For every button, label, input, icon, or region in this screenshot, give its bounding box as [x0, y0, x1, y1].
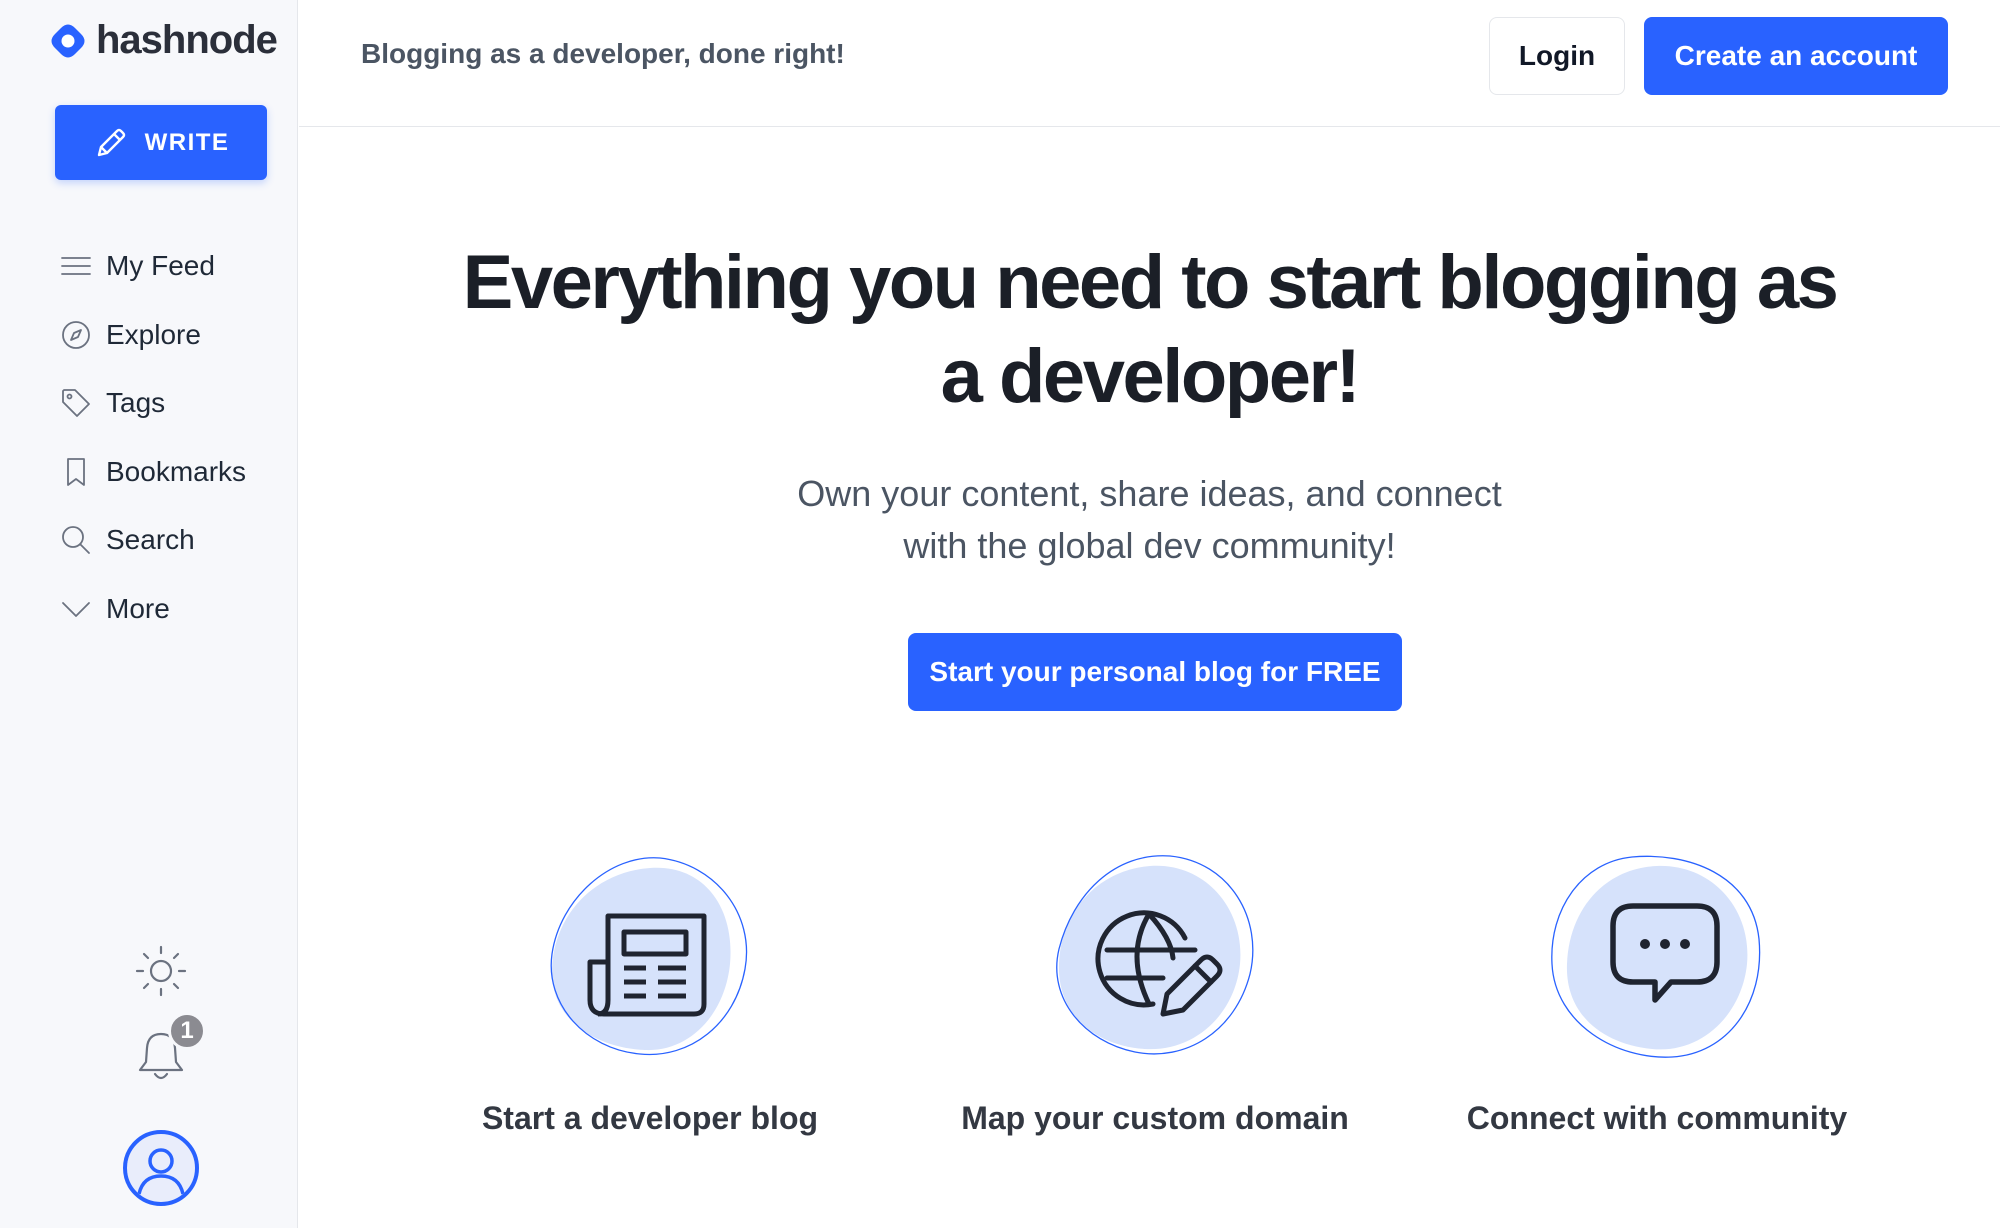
header-tagline: Blogging as a developer, done right! [361, 38, 845, 69]
sidebar-item-more[interactable]: More [60, 575, 246, 644]
hashnode-logo[interactable]: hashnode [48, 18, 278, 63]
theme-toggle-button[interactable] [134, 944, 188, 998]
user-icon [137, 1148, 185, 1195]
sidebar-item-search[interactable]: Search [60, 506, 246, 575]
sidebar-item-my-feed[interactable]: My Feed [60, 232, 246, 301]
sidebar: hashnode WRITE My Feed Explore Tags Book… [0, 0, 298, 1228]
create-account-button[interactable]: Create an account [1644, 17, 1948, 95]
sidebar-item-label: My Feed [106, 250, 215, 282]
feature-label: Map your custom domain [961, 1100, 1349, 1136]
sidebar-item-bookmarks[interactable]: Bookmarks [60, 438, 246, 507]
sidebar-item-label: Search [106, 524, 195, 556]
write-button-label: WRITE [144, 128, 230, 156]
tag-icon [62, 389, 90, 418]
main-content: Everything you need to start blogging as… [299, 128, 2000, 1228]
feature-developer-blog: Start a developer blog [430, 854, 870, 1137]
feature-label: Start a developer blog [481, 1100, 819, 1136]
feature-custom-domain: Map your custom domain [935, 854, 1375, 1137]
chevron-down-icon [62, 601, 90, 617]
hero-title: Everything you need to start blogging as… [462, 240, 1839, 419]
sidebar-item-label: Bookmarks [106, 455, 247, 487]
notification-count-badge: 1 [168, 1012, 206, 1050]
feature-community: Connect with community [1437, 854, 1877, 1137]
sidebar-item-explore[interactable]: Explore [60, 301, 246, 370]
brand-name: hashnode [96, 18, 278, 62]
avatar[interactable] [123, 1130, 199, 1206]
feature-blob-illustration [1551, 855, 1761, 1058]
sidebar-item-label: Tags [106, 387, 166, 419]
menu-lines-icon [61, 257, 91, 276]
sidebar-item-label: More [106, 592, 170, 624]
hashnode-logo-icon [51, 24, 85, 57]
hero-subtitle: Own your content, share ideas, and conne… [797, 473, 1502, 566]
search-icon [62, 526, 90, 555]
login-button[interactable]: Login [1489, 17, 1625, 95]
feature-blob-illustration [550, 857, 748, 1056]
feature-blob-illustration [1056, 855, 1254, 1055]
sidebar-nav: My Feed Explore Tags Bookmarks Search Mo… [60, 232, 246, 643]
write-button[interactable]: WRITE [55, 105, 267, 180]
compass-icon [62, 320, 90, 349]
top-header: Blogging as a developer, done right! Log… [299, 0, 2000, 127]
pencil-icon [97, 128, 125, 156]
bookmark-icon [67, 457, 85, 486]
feature-label: Connect with community [1466, 1100, 1848, 1136]
sun-icon [135, 945, 187, 997]
sidebar-item-label: Explore [106, 318, 201, 350]
sidebar-item-tags[interactable]: Tags [60, 369, 246, 438]
start-blog-cta-button[interactable]: Start your personal blog for FREE [908, 633, 1402, 711]
